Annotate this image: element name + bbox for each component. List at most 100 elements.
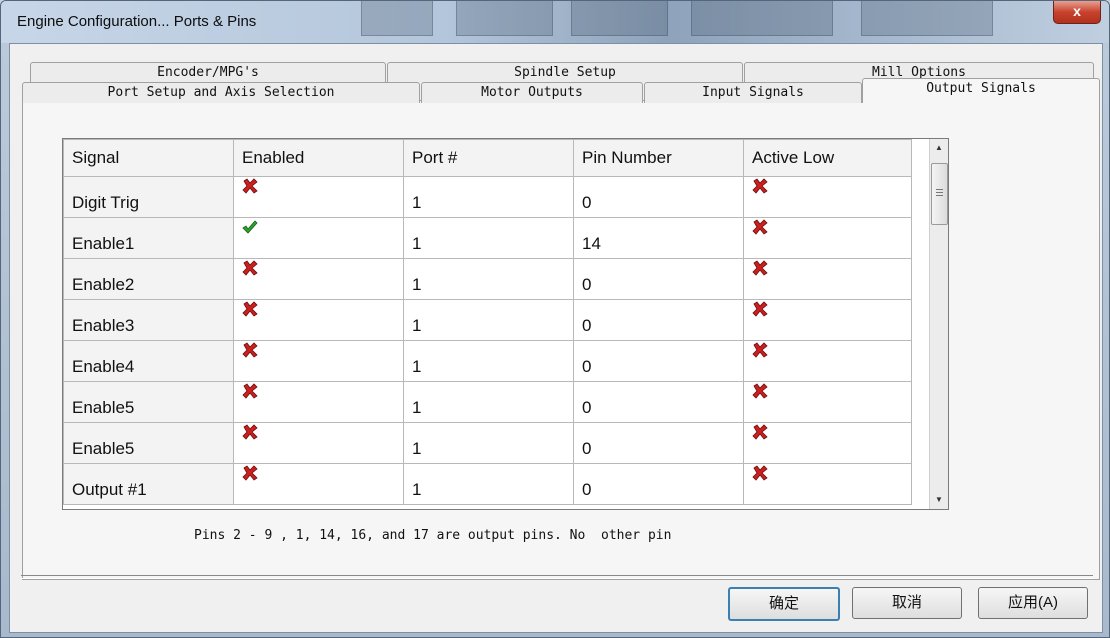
background-window-ghost: [361, 1, 433, 36]
cell-enabled[interactable]: [233, 299, 404, 341]
cell-pin-number[interactable]: 0: [573, 422, 744, 464]
cell-port[interactable]: 1: [403, 176, 574, 218]
background-window-ghost: [691, 1, 833, 36]
cell-pin-number[interactable]: 0: [573, 258, 744, 300]
table-row[interactable]: Output #1 1 0: [63, 463, 912, 505]
cell-active-low[interactable]: [743, 217, 912, 259]
grip-icon: [936, 192, 943, 193]
table-row[interactable]: Enable4 1 0: [63, 340, 912, 382]
grip-icon: [936, 195, 943, 196]
output-pins-note: Pins 2 - 9 , 1, 14, 16, and 17 are outpu…: [194, 528, 672, 543]
scroll-up-icon[interactable]: ▲: [930, 139, 948, 157]
close-button[interactable]: x: [1053, 1, 1101, 24]
red-x-icon[interactable]: [242, 465, 258, 481]
red-x-icon[interactable]: [752, 383, 768, 399]
cell-port[interactable]: 1: [403, 422, 574, 464]
cell-pin-number[interactable]: 0: [573, 381, 744, 423]
red-x-icon[interactable]: [752, 178, 768, 194]
red-x-icon[interactable]: [242, 342, 258, 358]
cell-pin-number[interactable]: 0: [573, 340, 744, 382]
cell-enabled[interactable]: [233, 463, 404, 505]
cell-signal[interactable]: Enable2: [63, 258, 234, 300]
cell-active-low[interactable]: [743, 463, 912, 505]
cell-active-low[interactable]: [743, 422, 912, 464]
cell-pin-number[interactable]: 0: [573, 176, 744, 218]
green-check-icon[interactable]: [242, 219, 258, 235]
cell-pin-number[interactable]: 0: [573, 299, 744, 341]
tab-port-setup[interactable]: Port Setup and Axis Selection: [22, 82, 420, 103]
cell-port[interactable]: 1: [403, 258, 574, 300]
cell-active-low[interactable]: [743, 340, 912, 382]
title-bar[interactable]: Engine Configuration... Ports & Pins x: [1, 1, 1109, 43]
button-separator: [21, 575, 1093, 579]
scroll-down-icon[interactable]: ▼: [930, 491, 948, 509]
cell-port[interactable]: 1: [403, 381, 574, 423]
cell-pin-number[interactable]: 14: [573, 217, 744, 259]
cell-enabled[interactable]: [233, 176, 404, 218]
cell-signal[interactable]: Enable1: [63, 217, 234, 259]
cell-enabled[interactable]: [233, 422, 404, 464]
cell-active-low[interactable]: [743, 176, 912, 218]
cell-port[interactable]: 1: [403, 299, 574, 341]
red-x-icon[interactable]: [752, 260, 768, 276]
table-row[interactable]: Enable1 1 14: [63, 217, 912, 259]
cell-port[interactable]: 1: [403, 340, 574, 382]
vertical-scrollbar[interactable]: ▲ ▼: [929, 139, 948, 509]
red-x-icon[interactable]: [242, 301, 258, 317]
ok-button[interactable]: 确定: [728, 587, 840, 621]
tab-motor-outputs[interactable]: Motor Outputs: [421, 82, 643, 103]
signals-table: Signal Enabled Port # Pin Number Active …: [63, 139, 912, 505]
red-x-icon[interactable]: [242, 383, 258, 399]
cell-enabled[interactable]: [233, 340, 404, 382]
engine-config-window: Engine Configuration... Ports & Pins x E…: [0, 0, 1110, 638]
cell-signal[interactable]: Output #1: [63, 463, 234, 505]
tab-input-signals[interactable]: Input Signals: [644, 82, 862, 103]
cancel-button[interactable]: 取消: [852, 587, 962, 619]
cell-enabled[interactable]: [233, 381, 404, 423]
output-signals-grid: Signal Enabled Port # Pin Number Active …: [62, 138, 949, 510]
cell-active-low[interactable]: [743, 258, 912, 300]
table-row[interactable]: Digit Trig 1 0: [63, 176, 912, 218]
cell-signal[interactable]: Enable5: [63, 422, 234, 464]
cell-port[interactable]: 1: [403, 463, 574, 505]
header-pin-number[interactable]: Pin Number: [573, 139, 744, 177]
table-row[interactable]: Enable3 1 0: [63, 299, 912, 341]
red-x-icon[interactable]: [752, 342, 768, 358]
table-row[interactable]: Enable5 1 0: [63, 381, 912, 423]
red-x-icon[interactable]: [242, 178, 258, 194]
tab-spindle-setup[interactable]: Spindle Setup: [387, 62, 743, 83]
cell-enabled[interactable]: [233, 258, 404, 300]
tab-output-signals[interactable]: Output Signals: [862, 78, 1100, 103]
scroll-thumb[interactable]: [931, 163, 948, 225]
cell-active-low[interactable]: [743, 299, 912, 341]
red-x-icon[interactable]: [242, 424, 258, 440]
cell-port[interactable]: 1: [403, 217, 574, 259]
tab-encoder-mpgs[interactable]: Encoder/MPG's: [30, 62, 386, 83]
header-signal[interactable]: Signal: [63, 139, 234, 177]
red-x-icon[interactable]: [752, 424, 768, 440]
cell-pin-number[interactable]: 0: [573, 463, 744, 505]
grip-icon: [936, 189, 943, 190]
cell-signal[interactable]: Digit Trig: [63, 176, 234, 218]
background-window-ghost: [861, 1, 993, 36]
header-enabled[interactable]: Enabled: [233, 139, 404, 177]
red-x-icon[interactable]: [242, 260, 258, 276]
tab-row-front: Port Setup and Axis Selection Motor Outp…: [22, 78, 1100, 104]
cell-signal[interactable]: Enable5: [63, 381, 234, 423]
cell-signal[interactable]: Enable4: [63, 340, 234, 382]
dialog-client-area: Encoder/MPG's Spindle Setup Mill Options…: [9, 43, 1103, 633]
table-row[interactable]: Enable2 1 0: [63, 258, 912, 300]
cell-signal[interactable]: Enable3: [63, 299, 234, 341]
background-window-ghost: [571, 1, 668, 36]
red-x-icon[interactable]: [752, 219, 768, 235]
red-x-icon[interactable]: [752, 301, 768, 317]
header-active-low[interactable]: Active Low: [743, 139, 912, 177]
apply-button[interactable]: 应用(A): [978, 587, 1088, 619]
background-window-ghost: [456, 1, 553, 36]
cell-active-low[interactable]: [743, 381, 912, 423]
header-port[interactable]: Port #: [403, 139, 574, 177]
table-header-row: Signal Enabled Port # Pin Number Active …: [63, 139, 912, 177]
table-row[interactable]: Enable5 1 0: [63, 422, 912, 464]
cell-enabled[interactable]: [233, 217, 404, 259]
red-x-icon[interactable]: [752, 465, 768, 481]
